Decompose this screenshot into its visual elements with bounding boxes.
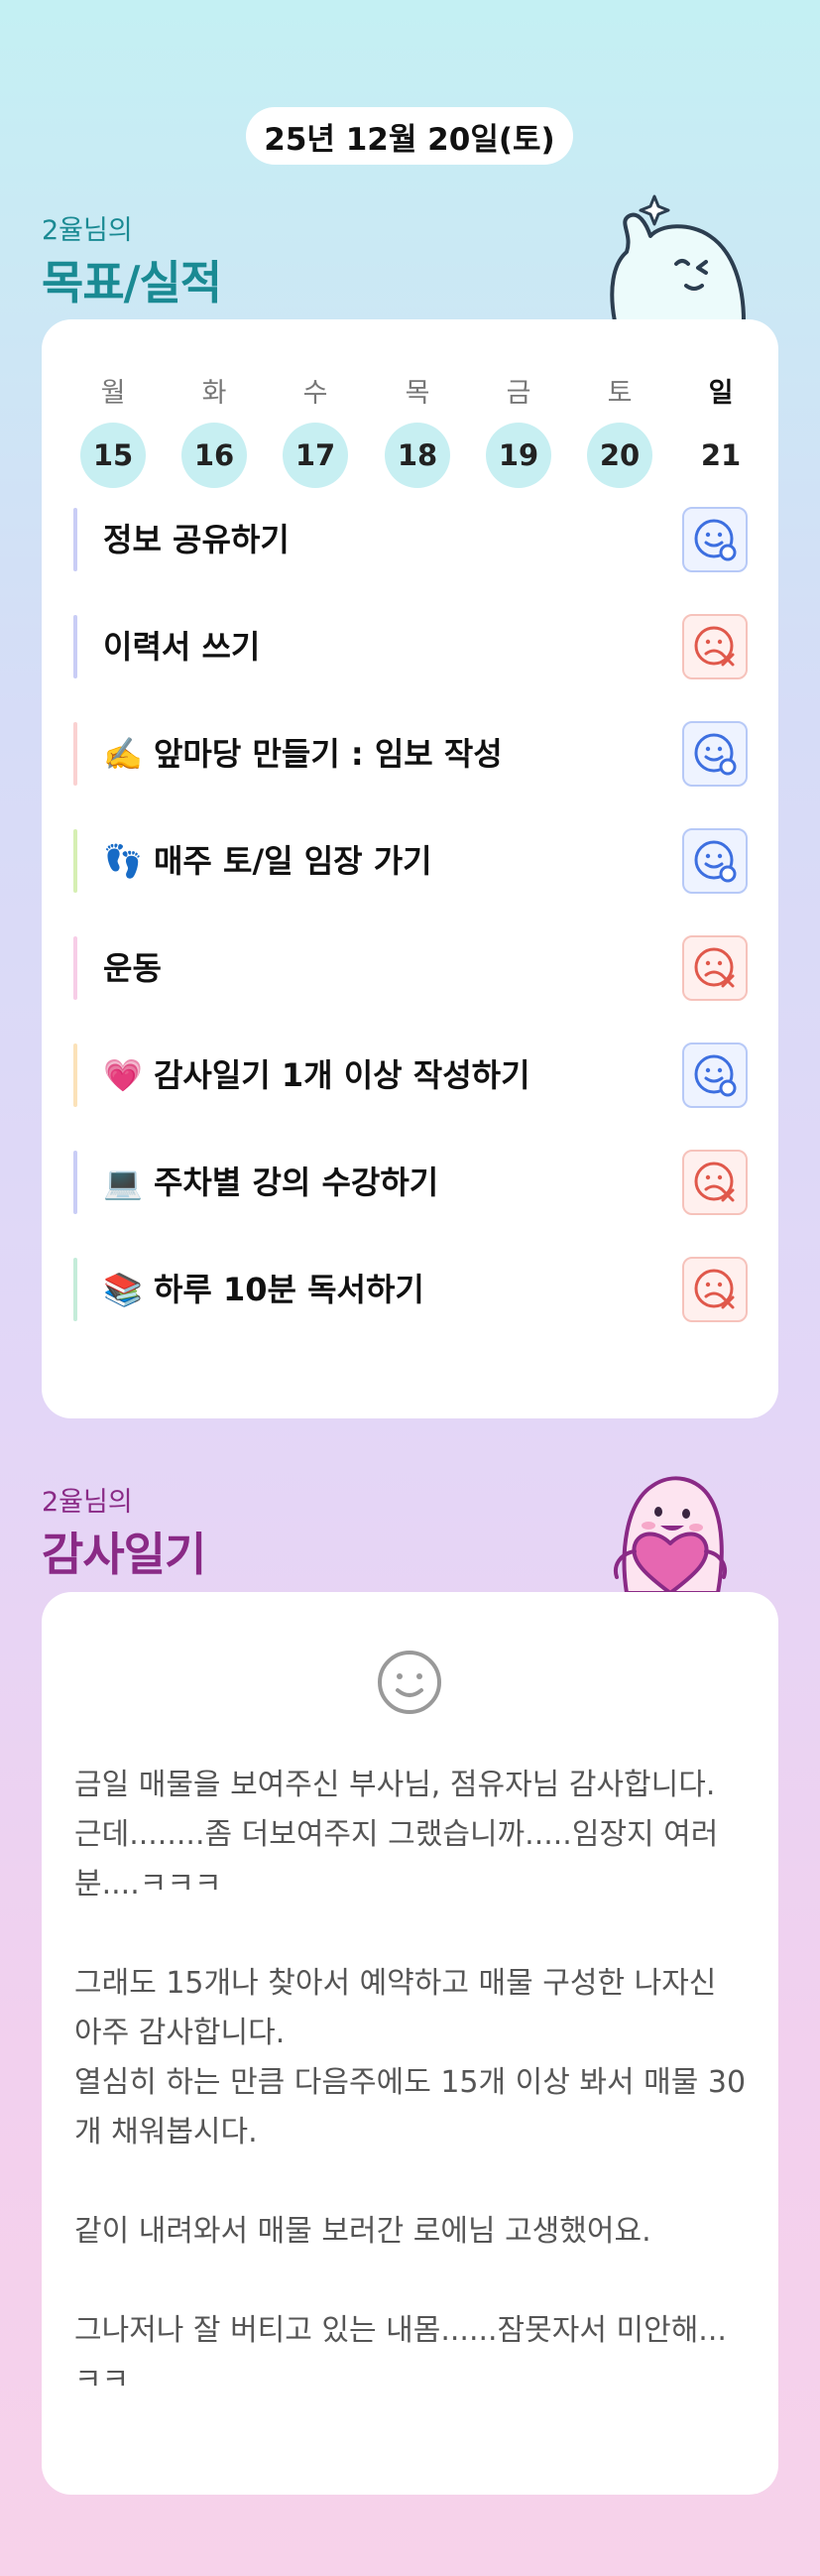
day-date: 15 [80, 423, 146, 488]
goal-title: 목표/실적 [42, 256, 222, 309]
goal-status-fail-button[interactable] [682, 935, 748, 1001]
goal-color-bar [73, 1258, 77, 1321]
smile-face-icon [377, 1650, 442, 1719]
goal-text: 👣 매주 토/일 임장 가기 [103, 842, 432, 880]
goal-owner: 2율님의 [42, 215, 133, 246]
smile-check-icon [694, 1054, 737, 1097]
day-name: 수 [302, 378, 328, 409]
diary-text: 금일 매물을 보여주신 부사님, 점유자님 감사합니다. 근데........좀… [74, 1768, 747, 2397]
day-date: 18 [385, 423, 450, 488]
goal-card: 월 15 화 16 수 17 목 18 금 19 토 20 일 21 정보 공유… [42, 319, 778, 1418]
goal-color-bar [73, 508, 77, 571]
day-tue[interactable]: 화 16 [179, 371, 249, 488]
day-name: 월 [100, 378, 126, 409]
goal-text: ✍️ 앞마당 만들기 : 임보 작성 [103, 735, 503, 773]
goal-color-bar [73, 1043, 77, 1107]
goal-row[interactable]: ✍️ 앞마당 만들기 : 임보 작성 [73, 719, 748, 789]
sparkle-mascot-illustration [610, 194, 746, 323]
goal-color-bar [73, 829, 77, 893]
goal-text: 💗 감사일기 1개 이상 작성하기 [103, 1056, 530, 1094]
gratitude-owner: 2율님의 [42, 1487, 133, 1518]
date-pill: 25년 12월 20일(토) [246, 107, 573, 165]
day-name: 화 [201, 378, 227, 409]
day-name: 일 [708, 378, 734, 409]
gratitude-section-header: 2율님의 감사일기 [42, 1480, 206, 1584]
goal-row[interactable]: 정보 공유하기 [73, 505, 748, 574]
goal-row[interactable]: 💗 감사일기 1개 이상 작성하기 [73, 1041, 748, 1110]
day-name: 토 [607, 378, 633, 409]
day-wed[interactable]: 수 17 [281, 371, 350, 488]
goal-row[interactable]: 💻 주차별 강의 수강하기 [73, 1148, 748, 1217]
goal-text: 정보 공유하기 [103, 521, 290, 558]
goal-status-success-button[interactable] [682, 1043, 748, 1108]
goal-color-bar [73, 722, 77, 786]
day-sat[interactable]: 토 20 [585, 371, 654, 488]
sad-x-icon [694, 1162, 735, 1202]
day-date: 16 [181, 423, 247, 488]
sad-x-icon [694, 626, 735, 667]
goal-color-bar [73, 1151, 77, 1214]
day-fri[interactable]: 금 19 [484, 371, 553, 488]
goal-text: 이력서 쓰기 [103, 628, 261, 666]
goal-row[interactable]: 운동 [73, 933, 748, 1003]
day-date: 17 [283, 423, 348, 488]
goal-row[interactable]: 📚 하루 10분 독서하기 [73, 1255, 748, 1324]
sad-x-icon [694, 947, 735, 988]
day-name: 목 [405, 378, 430, 409]
goal-status-fail-button[interactable] [682, 614, 748, 679]
goal-text: 운동 [103, 949, 162, 987]
day-date: 19 [486, 423, 551, 488]
day-sun-today[interactable]: 일 21 [686, 371, 756, 488]
smile-check-icon [694, 840, 737, 883]
gratitude-title: 감사일기 [42, 1528, 206, 1581]
goal-status-fail-button[interactable] [682, 1150, 748, 1215]
goal-color-bar [73, 936, 77, 1000]
day-mon[interactable]: 월 15 [78, 371, 148, 488]
heart-mascot-illustration [614, 1476, 727, 1595]
day-thu[interactable]: 목 18 [383, 371, 452, 488]
day-name: 금 [506, 378, 531, 409]
goal-status-success-button[interactable] [682, 828, 748, 894]
day-date: 20 [587, 423, 652, 488]
gratitude-card: 금일 매물을 보여주신 부사님, 점유자님 감사합니다. 근데........좀… [42, 1592, 778, 2495]
goal-color-bar [73, 615, 77, 678]
sad-x-icon [694, 1269, 735, 1309]
goal-row[interactable]: 👣 매주 토/일 임장 가기 [73, 826, 748, 896]
goal-status-fail-button[interactable] [682, 1257, 748, 1322]
smile-check-icon [694, 733, 737, 776]
goal-text: 💻 주차별 강의 수강하기 [103, 1164, 439, 1201]
smile-check-icon [694, 519, 737, 561]
goal-text: 📚 하루 10분 독서하기 [103, 1271, 424, 1308]
goal-section-header: 2율님의 목표/실적 [42, 208, 222, 312]
goal-status-success-button[interactable] [682, 721, 748, 787]
goal-status-success-button[interactable] [682, 507, 748, 572]
goal-row[interactable]: 이력서 쓰기 [73, 612, 748, 681]
day-date: 21 [700, 438, 742, 472]
